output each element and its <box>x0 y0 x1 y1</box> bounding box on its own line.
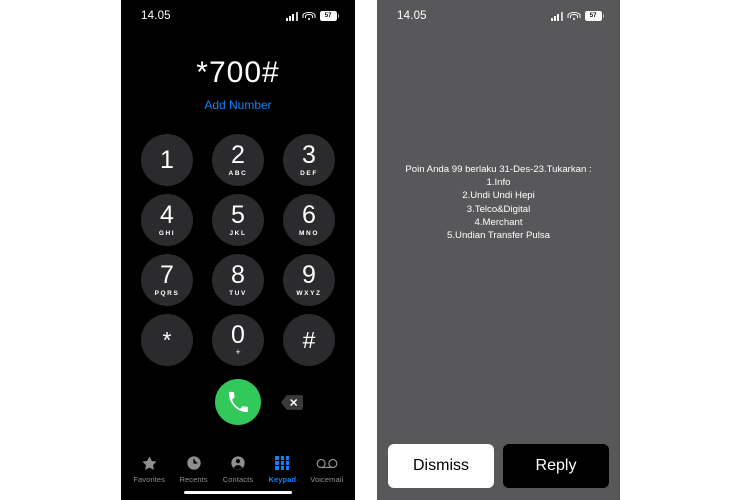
key-digit: # <box>302 326 316 353</box>
phone-call-icon <box>228 391 248 413</box>
person-circle-icon <box>230 454 246 472</box>
key-letters: GHI <box>158 230 176 237</box>
key-3[interactable]: 3 DEF <box>283 134 335 186</box>
key-digit: 4 <box>160 201 174 229</box>
key-7[interactable]: 7 PQRS <box>141 254 193 306</box>
key-letters: WXYZ <box>296 290 322 297</box>
key-digit: 6 <box>302 201 316 229</box>
key-2[interactable]: 2 ABC <box>212 134 264 186</box>
key-1[interactable]: 1 <box>141 134 193 186</box>
key-9[interactable]: 9 WXYZ <box>283 254 335 306</box>
tab-label: Recents <box>179 475 208 484</box>
key-digit: 3 <box>302 141 316 169</box>
dialed-number: *700# <box>196 56 280 89</box>
key-digit: 9 <box>302 261 316 289</box>
key-asterisk[interactable]: * <box>141 314 193 366</box>
call-action-row <box>121 379 355 425</box>
dialer-display: *700# Add Number <box>121 28 355 114</box>
key-letters: DEF <box>300 170 318 177</box>
left-phone-screenshot: 14.05 57 *700# Add Number 1 2 ABC 3 DEF 4G… <box>121 0 355 500</box>
ussd-message-line: 3.Telco&Digital <box>466 203 531 215</box>
tab-label: Contacts <box>222 475 254 484</box>
reply-button[interactable]: Reply <box>503 444 609 488</box>
right-phone-screenshot: 14.05 57 Poin Anda 99 berlaku 31-Des-23.… <box>377 0 620 500</box>
key-5[interactable]: 5 JKL <box>212 194 264 246</box>
key-digit: 8 <box>231 261 245 289</box>
status-bar-icons: 57 <box>285 11 339 21</box>
key-digit: 1 <box>160 145 174 174</box>
keypad-dots-icon <box>275 454 290 472</box>
key-letters: TUV <box>229 290 247 297</box>
delete-button[interactable] <box>281 394 303 410</box>
tab-label: Keypad <box>268 475 297 484</box>
tab-contacts[interactable]: Contacts <box>216 454 260 484</box>
tab-keypad[interactable]: Keypad <box>260 454 304 484</box>
ussd-message-line: 2.Undi Undi Hepi <box>462 190 535 202</box>
key-letters: PQRS <box>154 290 180 297</box>
backspace-delete-icon <box>281 394 303 410</box>
key-plus: + <box>235 347 241 357</box>
left-status-bar: 14.05 57 <box>121 0 355 28</box>
key-8[interactable]: 8 TUV <box>212 254 264 306</box>
status-bar-time: 14.05 <box>141 10 171 22</box>
wifi-icon <box>302 11 316 21</box>
cellular-signal-icon <box>285 11 298 21</box>
ussd-message-line: 4.Merchant <box>474 216 523 228</box>
key-letters: ABC <box>228 170 248 177</box>
tab-label: Favorites <box>133 475 166 484</box>
battery-icon: 57 <box>319 11 339 21</box>
key-letters: MNO <box>299 230 319 237</box>
ussd-message-line: 5.Undian Transfer Pulsa <box>447 230 550 242</box>
star-icon <box>141 454 158 472</box>
dismiss-button[interactable]: Dismiss <box>388 444 494 488</box>
tab-recents[interactable]: Recents <box>172 454 216 484</box>
voicemail-icon <box>316 454 338 472</box>
home-indicator <box>184 491 292 494</box>
call-button[interactable] <box>215 379 261 425</box>
screenshot-stage: 14.05 57 *700# Add Number 1 2 ABC 3 DEF 4G… <box>0 0 750 500</box>
battery-level-label: 57 <box>324 13 332 19</box>
tab-favorites[interactable]: Favorites <box>127 454 171 484</box>
phone-tab-bar: Favorites Recents Contacts Keypad Voicem… <box>121 454 355 484</box>
add-number-link[interactable]: Add Number <box>204 98 271 112</box>
key-digit: 0 <box>231 321 245 349</box>
ussd-message-line: Poin Anda 99 berlaku 31-Des-23.Tukarkan … <box>405 164 592 175</box>
key-letters: JKL <box>229 230 247 237</box>
key-digit: 2 <box>231 141 245 169</box>
tab-voicemail[interactable]: Voicemail <box>305 454 349 484</box>
ussd-dialog: Poin Anda 99 berlaku 31-Des-23.Tukarkan … <box>377 0 620 500</box>
ussd-message: Poin Anda 99 berlaku 31-Des-23.Tukarkan … <box>377 163 620 242</box>
key-digit: 7 <box>160 261 174 289</box>
tab-label: Voicemail <box>310 475 344 484</box>
clock-icon <box>186 454 202 472</box>
key-0[interactable]: 0 + <box>212 314 264 366</box>
key-digit: 5 <box>231 201 245 229</box>
ussd-action-buttons: Dismiss Reply <box>388 444 609 488</box>
dialer-keypad: 1 2 ABC 3 DEF 4 GHI 5 JKL 6 MNO 7 PQRS 8 TUV 9W… <box>121 134 355 366</box>
key-hash[interactable]: # <box>283 314 335 366</box>
key-digit: * <box>162 326 172 353</box>
key-6[interactable]: 6 MNO <box>283 194 335 246</box>
ussd-message-line: 1.Info <box>486 177 511 189</box>
key-4[interactable]: 4 GHI <box>141 194 193 246</box>
